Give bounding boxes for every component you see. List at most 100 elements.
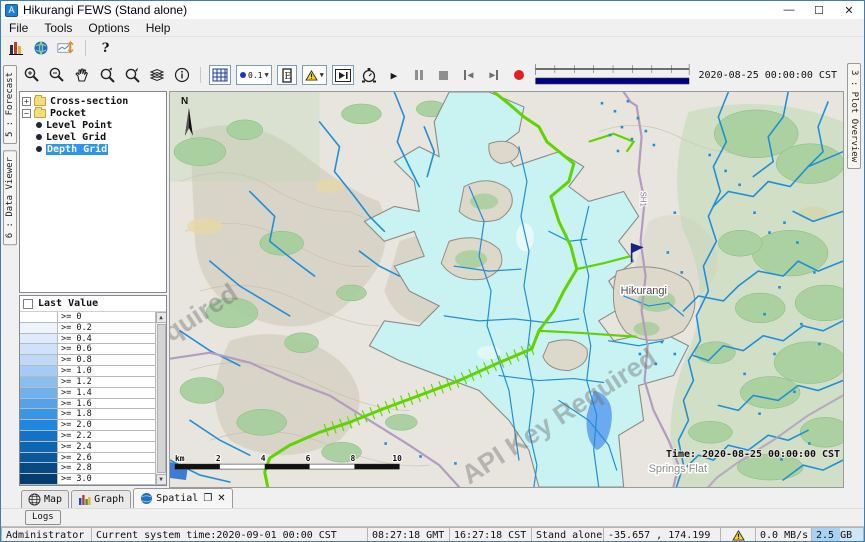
step-back-button[interactable]: ◀ [459,64,479,86]
pause-button[interactable] [409,64,429,86]
road-label: SH1 [639,191,648,207]
tab-map[interactable]: Map [21,490,69,508]
tree-node-depth-grid[interactable]: Depth Grid [22,143,164,155]
tree-node-level-point[interactable]: Level Point [22,119,164,131]
map-time-label: Time: 2020-08-25 00:00:00 CST [666,448,840,460]
legend-row[interactable]: >= 2.2 [20,431,155,442]
pan-hand-icon[interactable] [72,64,92,86]
layers-icon[interactable] [147,64,167,86]
legend-row[interactable]: >= 0 [20,312,155,323]
legend-label: >= 0.8 [58,355,155,365]
tab-spatial[interactable]: Spatial ❐ ✕ [133,488,233,508]
node-bullet-icon [36,146,42,152]
folder-icon [34,109,46,118]
legend-label: >= 3.0 [58,474,155,484]
thresholds-warning-dropdown[interactable]: ▼ [302,65,327,85]
legend-swatch [20,399,58,409]
legend-row[interactable]: >= 0.4 [20,334,155,345]
menu-tools[interactable]: Tools [36,21,80,35]
tab-graph[interactable]: Graph [71,490,131,508]
time-slider[interactable] [534,62,691,88]
map-canvas[interactable]: Hikurangi Springs Flat SH1 API Key Requi… [170,92,843,487]
legend-row[interactable]: >= 1.0 [20,366,155,377]
svg-text:E: E [284,72,291,82]
legend-row[interactable]: >= 2.8 [20,463,155,474]
scroll-up-icon[interactable]: ▲ [156,312,167,323]
exit-levels-icon[interactable]: E [277,65,297,85]
legend-swatch [20,453,58,463]
step-forward-button[interactable]: ▶ [484,64,504,86]
status-coordinates: -35.657 , 174.199 [604,527,721,542]
menu-options[interactable]: Options [80,21,137,35]
app-window: A Hikurangi FEWS (Stand alone) — ☐ ✕ Fil… [0,0,865,542]
tree-node-level-grid[interactable]: Level Grid [22,131,164,143]
tab-close-icon[interactable]: ✕ [217,493,225,504]
tree-label: Level Grid [46,132,106,143]
legend-swatch [20,323,58,333]
legend-row[interactable]: >= 2.4 [20,442,155,453]
scrollbar-thumb[interactable] [157,324,166,473]
legend-row[interactable]: >= 0.8 [20,355,155,366]
grid-display-icon[interactable] [209,65,231,85]
legend-row[interactable]: >= 3.0 [20,474,155,485]
tab-forecast[interactable]: 5 : Forecast [3,65,17,144]
status-memory[interactable]: 2.5 GB [812,527,864,542]
database-display-icon[interactable] [7,40,24,57]
stop-button[interactable] [434,64,454,86]
legend-label: >= 2.6 [58,453,155,463]
zoom-next-icon[interactable] [122,64,142,86]
contour-threshold-dropdown[interactable]: 0.1 ▼ [236,65,272,85]
legend-label: >= 0.2 [58,323,155,333]
help-button[interactable]: ? [97,40,114,57]
logs-button[interactable]: Logs [25,510,61,525]
zoom-out-icon[interactable] [47,64,67,86]
info-icon[interactable] [172,64,192,86]
animation-panel-icon[interactable] [332,65,354,85]
longitudinal-profile-icon[interactable] [57,40,74,57]
blue-globe-icon [140,492,153,505]
collapse-icon[interactable]: − [22,109,31,118]
legend-row[interactable]: >= 2.0 [20,420,155,431]
zoom-previous-icon[interactable] [97,64,117,86]
play-button[interactable]: ▶ [384,64,404,86]
map-globe-icon[interactable] [32,40,49,57]
spatial-map[interactable]: Hikurangi Springs Flat SH1 API Key Requi… [169,91,844,488]
legend-row[interactable]: >= 1.4 [20,388,155,399]
tree-node-cross-section[interactable]: + Cross-section [22,95,164,107]
menu-file[interactable]: File [1,21,36,35]
expand-icon[interactable]: + [22,97,31,106]
dock-tabs: Map Graph Spatial ❐ ✕ [1,488,864,508]
svg-text:2: 2 [216,454,221,463]
status-warning[interactable] [721,527,756,542]
scroll-down-icon[interactable]: ▼ [156,474,167,485]
legend-row[interactable]: >= 1.2 [20,377,155,388]
legend-row[interactable]: >= 1.6 [20,399,155,410]
record-button[interactable] [509,64,529,86]
menu-help[interactable]: Help [138,21,179,35]
tree-label: Cross-section [50,96,128,107]
right-tab-strip: 3 : Plot Overview [844,59,864,488]
main-toolbar: ? [1,37,864,59]
app-logo-icon: A [5,4,18,17]
menu-bar: File Tools Options Help [1,19,864,37]
zoom-in-icon[interactable] [22,64,42,86]
svg-text:4: 4 [261,454,266,463]
tab-data-viewer[interactable]: 6 : Data Viewer [3,150,17,245]
legend-row[interactable]: >= 0.2 [20,323,155,334]
tab-plot-overview[interactable]: 3 : Plot Overview [847,63,861,169]
tab-maximize-icon[interactable]: ❐ [203,493,212,504]
minimize-button[interactable]: — [774,1,804,19]
legend-row[interactable]: >= 2.6 [20,453,155,464]
last-value-checkbox[interactable] [23,299,33,309]
status-mode: Stand alone [532,527,604,542]
legend-scrollbar[interactable]: ▲ ▼ [155,312,166,485]
legend-label: >= 2.8 [58,463,155,473]
legend-row[interactable]: >= 0.6 [20,344,155,355]
tree-node-pocket[interactable]: − Pocket [22,107,164,119]
maximize-button[interactable]: ☐ [804,1,834,19]
close-button[interactable]: ✕ [834,1,864,19]
legend-label: >= 0 [58,312,155,322]
timer-settings-icon[interactable] [359,64,379,86]
legend-row[interactable]: >= 1.8 [20,409,155,420]
warning-icon [732,530,745,541]
